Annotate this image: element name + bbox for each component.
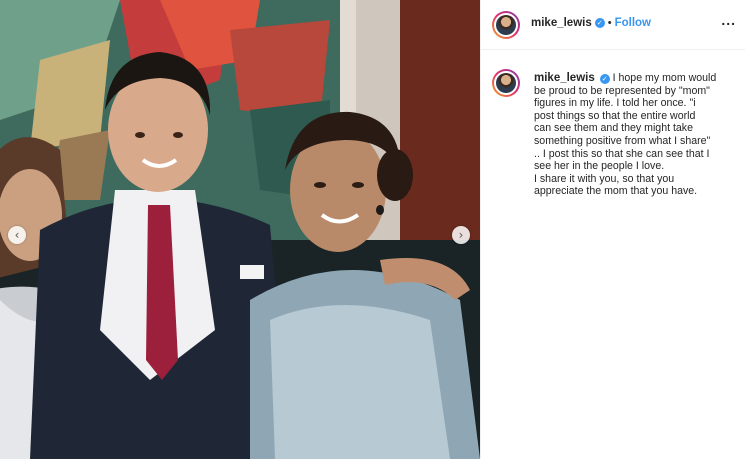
post-caption: mike_lewis ✓ I hope my mom would be prou… <box>534 72 739 198</box>
caption-text: post things so that the entire world <box>534 109 696 122</box>
instagram-post-view: ‹ › mike_lewis ✓ • Follow ... mike_lewis… <box>0 0 745 459</box>
caption-avatar[interactable] <box>492 69 520 97</box>
post-side-panel: mike_lewis ✓ • Follow ... mike_lewis ✓ I… <box>480 0 745 459</box>
post-photo[interactable]: ‹ › <box>0 0 480 459</box>
more-options-icon[interactable]: ... <box>721 12 736 28</box>
previous-photo-button[interactable]: ‹ <box>8 226 26 244</box>
caption-text: appreciate the mom that you have. <box>534 185 698 198</box>
post-header: mike_lewis ✓ • Follow ... <box>481 0 745 50</box>
separator-dot: • <box>607 17 612 29</box>
caption-text: I hope my mom would <box>612 72 717 84</box>
verified-badge-icon: ✓ <box>594 18 605 28</box>
follow-button[interactable]: Follow <box>615 17 651 29</box>
caption-text: be proud to be represented by "mom" <box>534 84 710 97</box>
photo-illustration <box>0 0 480 459</box>
next-photo-button[interactable]: › <box>452 226 470 244</box>
header-user: mike_lewis ✓ • Follow <box>531 17 651 29</box>
header-username-link[interactable]: mike_lewis <box>531 17 592 29</box>
caption-text: I share it with you, so that you <box>534 172 675 185</box>
caption-line-1: mike_lewis ✓ I hope my mom would <box>534 72 739 85</box>
caption-avatar-ring <box>494 71 518 95</box>
caption-text: figures in my life. I told her once. "i <box>534 97 696 110</box>
caption-avatar-image <box>496 73 516 93</box>
caption-username-link[interactable]: mike_lewis <box>534 72 595 84</box>
caption-text: see her in the people I love. <box>534 160 665 173</box>
avatar-image <box>496 15 516 35</box>
verified-badge-icon: ✓ <box>599 74 610 84</box>
caption-text: .. I post this so that she can see that … <box>534 147 710 160</box>
avatar-ring <box>494 13 518 37</box>
caption-text: something positive from what I share" <box>534 134 711 147</box>
avatar[interactable] <box>492 11 520 39</box>
caption-text: can see them and they might take <box>534 122 693 135</box>
